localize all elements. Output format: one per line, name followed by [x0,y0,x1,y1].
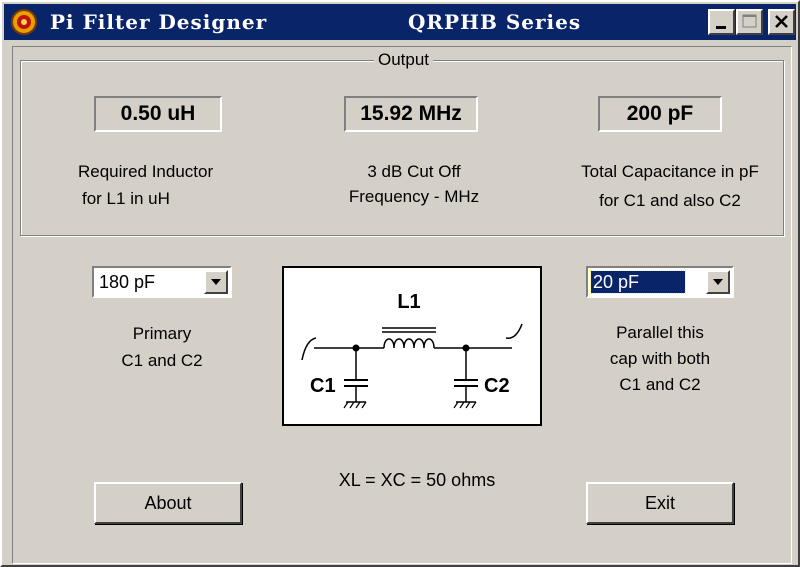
chevron-down-icon [211,279,221,285]
parallel-capacitor-select[interactable]: 20 pF [586,266,734,298]
pi-filter-schematic: L1 C1 C2 [282,266,542,426]
frequency-caption: 3 dB Cut Off Frequency - MHz [314,158,514,210]
inductor-caption-line1: Required Inductor [78,162,214,181]
parallel-caption: Parallel this cap with both C1 and C2 [560,320,760,398]
c1-label: C1 [310,375,336,397]
capacitance-caption-line2: for C1 and also C2 [599,191,741,210]
maximize-icon [742,14,757,28]
parallel-dropdown-button[interactable] [706,270,730,294]
inductor-caption-line2: for L1 in uH [82,189,170,208]
app-icon [11,9,37,35]
title-bar[interactable]: Pi Filter Designer QRPHB Series [4,4,796,40]
parallel-caption-line1: Parallel this [616,323,704,342]
primary-capacitor-value: 180 pF [99,272,156,292]
schematic-drawing: L1 C1 C2 [301,291,523,409]
frequency-output: 15.92 MHz [344,96,478,132]
close-icon [775,15,788,28]
chevron-down-icon [713,279,723,285]
c2-label: C2 [484,375,510,397]
l1-label: L1 [397,291,420,313]
capacitance-caption: Total Capacitance in pF for C1 and also … [554,158,786,214]
maximize-button[interactable] [736,9,763,35]
output-group-label: Output [374,50,434,70]
parallel-caption-line2: cap with both [609,349,711,368]
window-series: QRPHB Series [408,10,582,34]
parallel-caption-line3: C1 and C2 [619,375,701,394]
about-button[interactable]: About [94,482,242,524]
minimize-button[interactable] [708,9,735,35]
primary-caption-line2: C1 and C2 [121,351,203,370]
primary-capacitor-select[interactable]: 180 pF [92,266,232,298]
impedance-formula: XL = XC = 50 ohms [338,470,496,490]
parallel-capacitor-value: 20 pF [590,270,686,294]
app-window: Pi Filter Designer QRPHB Series Output 0… [0,0,800,567]
primary-caption: Primary C1 and C2 [62,320,262,374]
frequency-caption-line1: 3 dB Cut Off [367,162,461,181]
capacitance-output: 200 pF [598,96,722,132]
primary-dropdown-button[interactable] [204,270,228,294]
inductor-output: 0.50 uH [94,96,222,132]
exit-button[interactable]: Exit [586,482,734,524]
primary-caption-line1: Primary [132,324,192,343]
close-button[interactable] [768,9,795,35]
frequency-caption-line2: Frequency - MHz [348,187,480,206]
window-title: Pi Filter Designer [50,10,268,34]
minimize-icon [716,26,726,29]
inductor-caption: Required Inductor for L1 in uH [62,158,272,212]
capacitance-caption-line1: Total Capacitance in pF [581,162,759,181]
